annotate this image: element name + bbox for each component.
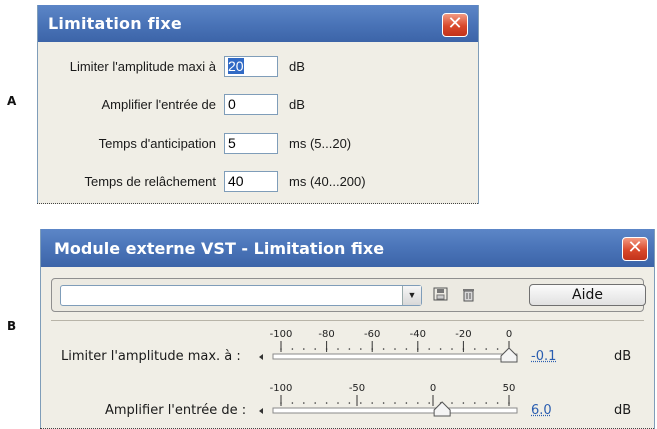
max-amplitude-unit: dB	[289, 59, 305, 74]
slider-thumb	[433, 401, 451, 417]
slider-tick-dot	[428, 348, 430, 350]
max-amplitude-value[interactable]: -0.1	[531, 349, 556, 364]
slider-tick-dot	[382, 402, 385, 404]
slider-tick-dot	[439, 348, 442, 350]
close-icon: ✕	[447, 13, 463, 34]
slider-tick-dot	[394, 402, 396, 404]
save-preset-icon[interactable]	[433, 287, 449, 305]
trash-icon[interactable]	[462, 287, 476, 305]
slider-tick-dot	[291, 402, 294, 404]
slider-tick-dot	[394, 348, 396, 350]
slider-tick-label: -50	[349, 383, 365, 394]
slider-tick-label: -20	[455, 329, 471, 340]
slider-tick-label: -100	[270, 383, 293, 394]
chevron-down-icon[interactable]: ▼	[402, 286, 421, 305]
slider-tick-label: 0	[430, 383, 436, 394]
slider-left-arrow-icon	[259, 408, 263, 414]
slider-tick-dot	[474, 402, 476, 404]
slider-tick-label: -80	[318, 329, 334, 340]
slider-tick-dot	[405, 348, 408, 350]
input-gain-label: Amplifier l'entrée de :	[105, 403, 247, 418]
slider-tick-label: 0	[506, 329, 512, 340]
input-gain-unit: dB	[614, 403, 632, 418]
slider-tick-dot	[371, 402, 373, 404]
slider-track	[272, 407, 518, 414]
figure-marker-a: A	[7, 94, 17, 108]
max-amplitude-input[interactable]: 20	[224, 56, 278, 77]
slider-tick-dot	[303, 348, 305, 350]
slider-tick-label: -100	[270, 329, 293, 340]
slider-thumb	[500, 347, 518, 363]
window-title: Limitation fixe	[48, 14, 182, 33]
preset-toolbar: ▼ Aide	[51, 278, 646, 312]
slider-tick-dot	[496, 348, 499, 350]
input-gain-label: Amplifier l'entrée de	[101, 97, 216, 112]
slider-tick-dot	[405, 402, 408, 404]
max-amplitude-label: Limiter l'amplitude maxi à	[69, 59, 216, 74]
slider-tick-label: -60	[364, 329, 380, 340]
slider-tick-label: -40	[410, 329, 426, 340]
slider-tick-dot	[417, 402, 419, 404]
vst-plugin-window: Module externe VST - Limitation fixe ✕ ▼…	[40, 229, 655, 429]
slider-tick-dot	[382, 348, 385, 350]
slider-tick-label: 50	[503, 383, 516, 394]
slider-left-arrow-icon	[259, 354, 263, 360]
slider-tick-dot	[291, 348, 294, 350]
slider-tick-dot	[325, 402, 328, 404]
release-label: Temps de relâchement	[84, 174, 216, 189]
slider-tick-dot	[496, 402, 499, 404]
dialog-body: Limiter l'amplitude maxi à 20 dB Amplifi…	[38, 42, 478, 204]
slider-tick-dot	[428, 402, 430, 404]
slider-tick-dot	[348, 348, 351, 350]
slider-tick-dot	[485, 348, 487, 350]
max-amplitude-unit: dB	[614, 349, 632, 364]
release-input[interactable]: 40	[224, 171, 278, 192]
crop-edge	[37, 203, 478, 204]
slider-tick-dot	[303, 402, 305, 404]
slider-tick-dot	[337, 402, 339, 404]
close-icon: ✕	[627, 237, 643, 258]
figure-marker-b: B	[7, 319, 17, 333]
slider-tick-dot	[474, 348, 476, 350]
slider-tick-dot	[314, 348, 316, 350]
lookahead-label: Temps d'anticipation	[98, 136, 216, 151]
close-button[interactable]: ✕	[622, 237, 648, 261]
help-button[interactable]: Aide	[529, 284, 646, 306]
parameter-panel: Limiter l'amplitude max. à : -100 -80 -60-…	[51, 320, 644, 429]
input-gain-unit: dB	[289, 97, 305, 112]
slider-tick-dot	[360, 348, 362, 350]
input-gain-value[interactable]: 6.0	[531, 403, 552, 418]
slider-tick-dot	[314, 402, 316, 404]
title-bar: Module externe VST - Limitation fixe ✕	[41, 229, 654, 267]
close-button[interactable]: ✕	[442, 13, 468, 37]
input-gain-input[interactable]: 0	[224, 94, 278, 115]
limitation-dialog-classic: Limitation fixe ✕ Limiter l'amplitude ma…	[37, 5, 479, 204]
slider-tick-dot	[451, 402, 453, 404]
max-amplitude-slider[interactable]: -100 -80 -60 -40 -20 0	[251, 327, 521, 367]
slider-tick-dot	[348, 402, 351, 404]
window-title: Module externe VST - Limitation fixe	[54, 239, 385, 258]
title-bar: Limitation fixe ✕	[38, 5, 478, 42]
slider-tick-dot	[360, 402, 362, 404]
input-gain-slider[interactable]: -100 -50 0 50	[251, 381, 521, 421]
slider-tick-dot	[337, 348, 339, 350]
slider-tick-dot	[485, 402, 487, 404]
max-amplitude-label: Limiter l'amplitude max. à :	[61, 349, 241, 364]
lookahead-input[interactable]: 5	[224, 133, 278, 154]
preset-dropdown[interactable]: ▼	[60, 285, 422, 306]
slider-track	[272, 353, 518, 360]
release-unit: ms (40...200)	[289, 174, 366, 189]
slider-tick-dot	[462, 402, 465, 404]
slider-tick-dot	[451, 348, 453, 350]
lookahead-unit: ms (5...20)	[289, 136, 352, 151]
